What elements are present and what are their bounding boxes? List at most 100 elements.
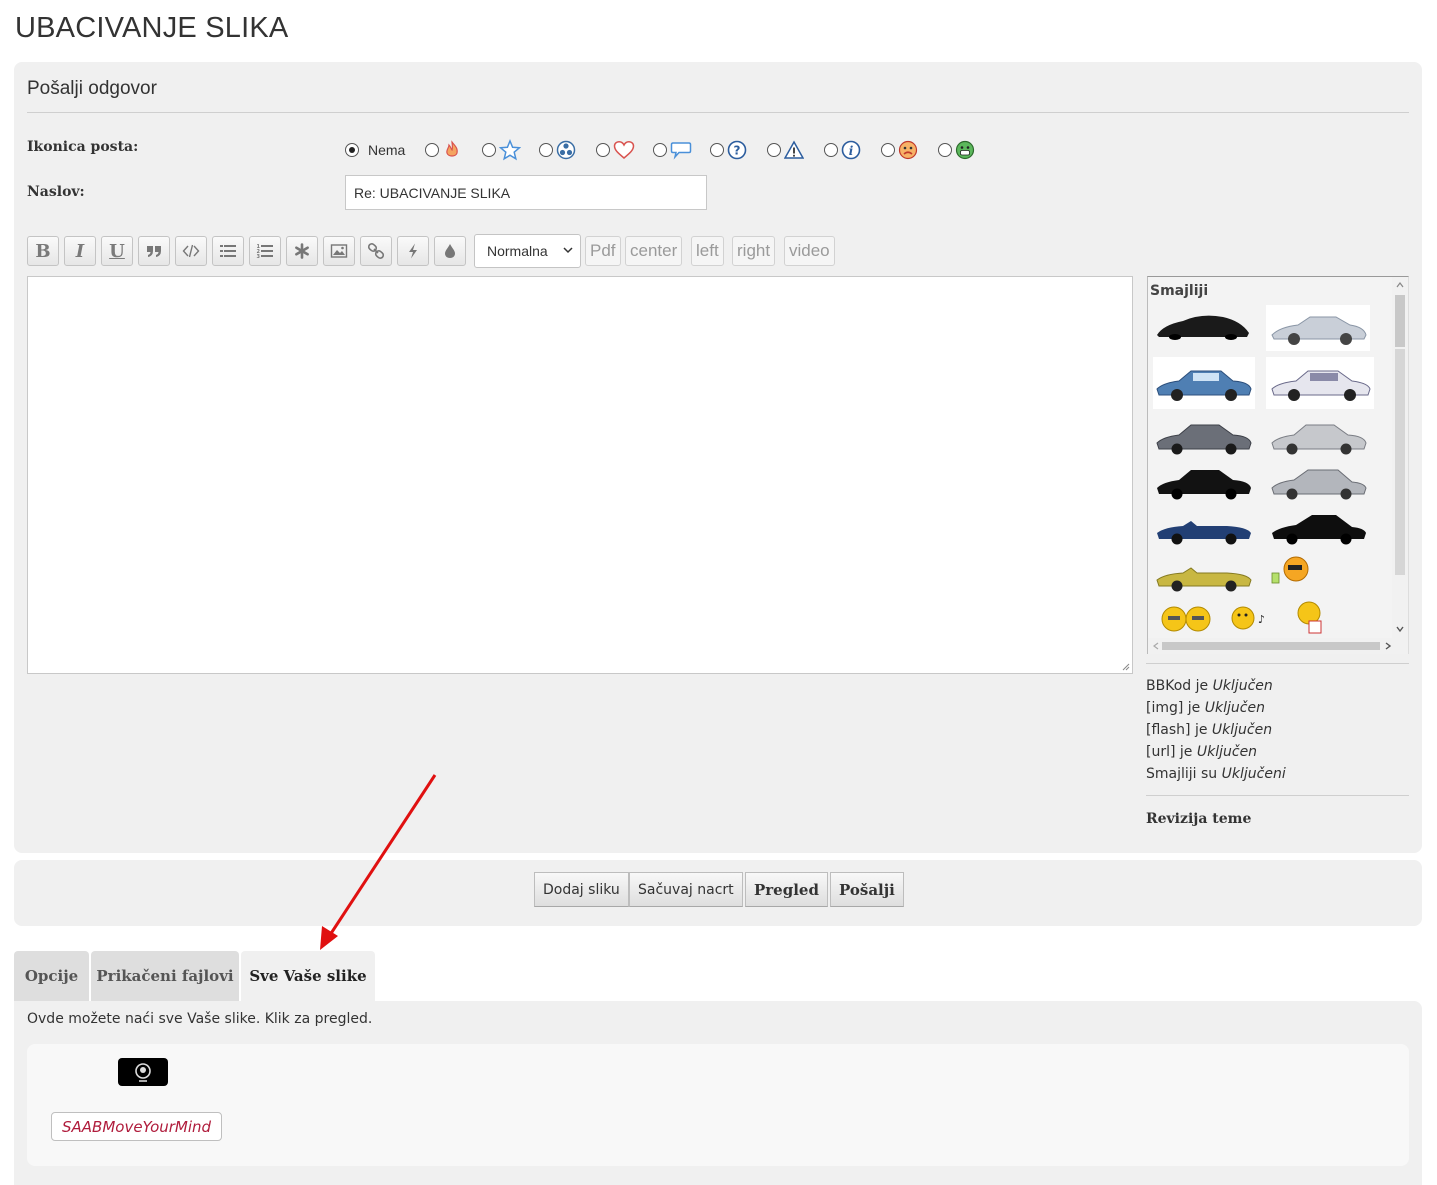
resize-handle[interactable] — [1120, 661, 1130, 671]
tab-attachments[interactable]: Prikačeni fajlovi — [91, 951, 239, 1001]
bold-button[interactable]: B — [27, 236, 59, 266]
smilies-horizontal-scrollbar[interactable] — [1148, 638, 1408, 654]
post-icon-grin[interactable] — [938, 138, 975, 162]
smiley-car-blue-sedan[interactable] — [1153, 357, 1255, 409]
right-button[interactable]: right — [732, 236, 776, 266]
radio-button[interactable] — [653, 143, 667, 157]
info-icon: i — [841, 140, 861, 160]
video-button[interactable]: video — [784, 236, 835, 266]
status-label: BBKod je — [1146, 678, 1209, 694]
radio-button[interactable] — [710, 143, 724, 157]
smiley-car-blue-convertible[interactable] — [1153, 507, 1255, 547]
status-label: [flash] je — [1146, 722, 1208, 738]
ordered-list-button[interactable]: 123 — [249, 236, 281, 266]
add-image-button[interactable]: Dodaj sliku — [534, 872, 629, 907]
quote-button[interactable] — [138, 236, 170, 266]
smilies-vertical-scrollbar[interactable] — [1392, 277, 1408, 639]
message-textarea[interactable] — [27, 276, 1133, 674]
images-list: SAABMoveYourMind — [27, 1044, 1409, 1166]
subject-input[interactable] — [345, 175, 707, 210]
list-item-button[interactable] — [286, 236, 318, 266]
radio-button[interactable] — [938, 143, 952, 157]
pdf-button[interactable]: Pdf — [585, 236, 621, 266]
flash-button[interactable] — [397, 236, 429, 266]
link-button[interactable] — [360, 236, 392, 266]
post-icon-fire[interactable] — [425, 138, 462, 162]
submit-panel: Dodaj sliku Sačuvaj nacrt Pregled Pošalj… — [14, 860, 1422, 926]
underline-button[interactable]: U — [101, 236, 133, 266]
status-label: [img] je — [1146, 700, 1201, 716]
smiley-car-black-sedan[interactable] — [1153, 462, 1255, 502]
status-flash: [flash] je Uključen — [1146, 722, 1272, 738]
ordered-list-icon: 123 — [257, 244, 273, 260]
image-button[interactable] — [323, 236, 355, 266]
radio-button[interactable] — [425, 143, 439, 157]
radio-button[interactable] — [539, 143, 553, 157]
italic-button[interactable]: I — [64, 236, 96, 266]
smiley-car-black-coupe[interactable] — [1268, 507, 1370, 547]
scroll-left-icon[interactable] — [1152, 642, 1160, 650]
radio-button[interactable] — [345, 143, 359, 157]
post-icon-radioactive[interactable] — [539, 138, 576, 162]
color-button[interactable] — [434, 236, 466, 266]
radio-button[interactable] — [596, 143, 610, 157]
reply-heading: Pošalji odgovor — [27, 78, 157, 99]
status-url: [url] je Uključen — [1146, 744, 1257, 760]
color-drop-icon — [445, 244, 455, 258]
topic-review-link[interactable]: Revizija teme — [1146, 811, 1251, 827]
tab-options[interactable]: Opcije — [14, 951, 89, 1001]
post-icon-question[interactable]: ? — [710, 138, 747, 162]
post-icon-none-label: Nema — [368, 142, 406, 158]
tab-your-images[interactable]: Sve Vaše slike — [241, 951, 375, 1001]
status-value: Uključen — [1212, 678, 1273, 694]
radio-button[interactable] — [767, 143, 781, 157]
status-value: Uključen — [1196, 744, 1258, 760]
smiley-cheers[interactable] — [1156, 599, 1216, 635]
font-size-value: Normalna — [487, 243, 548, 259]
scroll-track — [1395, 349, 1405, 575]
post-icon-sad[interactable] — [881, 138, 918, 162]
status-smilies: Smajliji su Uključeni — [1146, 766, 1286, 782]
smiley-whistling[interactable]: ♪ — [1228, 603, 1272, 633]
radio-button[interactable] — [881, 143, 895, 157]
status-img: [img] je Uključen — [1146, 700, 1265, 716]
reply-panel: Pošalji odgovor Ikonica posta: Nema ? i … — [14, 62, 1422, 853]
post-icon-info[interactable]: i — [824, 138, 861, 162]
scroll-down-icon[interactable] — [1396, 625, 1404, 633]
svg-text:♪: ♪ — [1258, 613, 1265, 626]
center-button[interactable]: center — [625, 236, 683, 266]
smiley-car-silver-hatch[interactable] — [1268, 462, 1370, 502]
list-button[interactable] — [212, 236, 244, 266]
code-button[interactable] — [175, 236, 207, 266]
post-icon-heart[interactable] — [596, 138, 635, 162]
scroll-up-icon[interactable] — [1396, 281, 1404, 289]
scroll-right-icon[interactable] — [1384, 642, 1392, 650]
smiley-car-white-sedan[interactable] — [1266, 357, 1374, 409]
smiley-drinking[interactable] — [1268, 555, 1314, 589]
scroll-thumb[interactable] — [1162, 642, 1380, 650]
image-thumbnail[interactable] — [118, 1058, 168, 1086]
warning-icon — [784, 140, 804, 159]
smiley-popcorn[interactable] — [1293, 599, 1329, 635]
preview-button[interactable]: Pregled — [745, 872, 828, 907]
post-icon-speech[interactable] — [653, 138, 692, 162]
smiley-car-silver-sedan-2[interactable] — [1268, 417, 1370, 457]
smiley-car-silver-sedan[interactable] — [1266, 305, 1370, 351]
image-name-tag[interactable]: SAABMoveYourMind — [51, 1112, 223, 1141]
font-size-select[interactable]: Normalna — [474, 234, 581, 268]
post-icon-none[interactable]: Nema — [345, 138, 405, 162]
left-button[interactable]: left — [691, 236, 724, 266]
smiley-car-black-classic[interactable] — [1153, 305, 1253, 347]
post-icon-star[interactable] — [482, 138, 521, 162]
radio-button[interactable] — [824, 143, 838, 157]
heart-icon — [613, 141, 635, 159]
save-draft-button[interactable]: Sačuvaj nacrt — [629, 872, 743, 907]
status-value: Uključen — [1204, 700, 1265, 716]
submit-button[interactable]: Pošalji — [830, 872, 904, 907]
radio-button[interactable] — [482, 143, 496, 157]
scroll-thumb[interactable] — [1395, 295, 1405, 347]
smiley-car-yellow-convertible[interactable] — [1153, 552, 1255, 594]
quote-icon — [147, 246, 161, 257]
smiley-car-grey-sedan[interactable] — [1153, 417, 1255, 457]
post-icon-warning[interactable] — [767, 138, 804, 162]
